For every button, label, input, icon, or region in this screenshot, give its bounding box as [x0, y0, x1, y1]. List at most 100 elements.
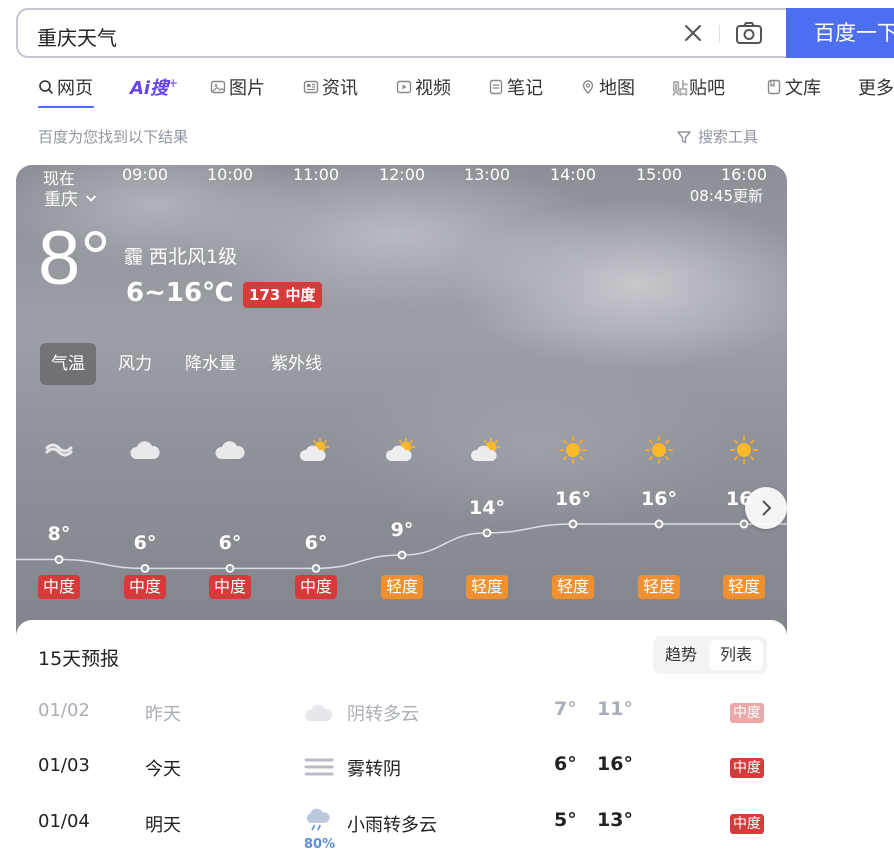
hourly-next-button[interactable] [745, 487, 787, 529]
hour-temperature: 14° [469, 496, 505, 519]
hour-temperature: 9° [390, 519, 414, 542]
hour-temperature: 8° [47, 523, 71, 546]
forecast-aqi-badge: 中度 [730, 703, 764, 723]
hour-air-quality: 中度 [295, 575, 337, 599]
tieba-icon: 贴 [672, 79, 689, 98]
result-count: 百度为您找到以下结果 [38, 128, 189, 146]
tab-more[interactable]: 更多 [858, 74, 894, 100]
tab-news[interactable]: 资讯 [303, 74, 358, 100]
partly-cloudy-icon [469, 435, 505, 465]
hour-temperature: 6° [218, 532, 242, 555]
cloud-icon [302, 694, 336, 730]
note-icon [489, 79, 503, 95]
fog-icon [302, 749, 336, 785]
forecast-high: 16° [597, 753, 633, 775]
subtab-wind[interactable]: 风力 [118, 343, 152, 385]
forecast-low: 6° [554, 753, 577, 775]
hour-time: 现在 [42, 169, 75, 188]
hour-air-quality: 轻度 [723, 575, 765, 599]
hour-air-quality: 轻度 [381, 575, 423, 599]
ai-search-logo: Ai搜 [130, 78, 169, 99]
search-divider [719, 25, 720, 43]
rain-icon [302, 805, 336, 841]
search-input[interactable]: 重庆天气 [37, 22, 117, 51]
forecast-row[interactable]: 01/04 明天 小雨转多云 5° 13° 中度 80% [16, 803, 787, 852]
subtab-precipitation[interactable]: 降水量 [185, 343, 236, 385]
hour-time: 10:00 [206, 165, 254, 184]
hour-temperature: 6° [304, 532, 328, 555]
search-button[interactable]: 百度一下 [786, 8, 894, 58]
cloud-icon [212, 435, 248, 465]
tab-ai-search[interactable]: Ai搜 + [130, 74, 178, 100]
tab-tieba[interactable]: 贴 贴吧 [672, 74, 725, 100]
tab-images[interactable]: 图片 [210, 74, 265, 100]
forecast-panel: 15天预报 趋势 列表 01/02 昨天 阴转多云 7° 11° 中度 01/03 今天 雾转阴… [16, 620, 787, 859]
tab-wenku[interactable]: 文库 [766, 74, 821, 100]
temperature-point [397, 550, 407, 560]
forecast-high: 11° [597, 698, 633, 720]
partly-cloudy-icon [298, 435, 334, 465]
fog-icon [41, 435, 77, 465]
forecast-low: 7° [554, 698, 577, 720]
forecast-low: 5° [554, 809, 577, 831]
aqi-badge[interactable]: 173 中度 [243, 282, 322, 308]
rain-probability: 80% [304, 837, 336, 852]
forecast-condition: 小雨转多云 [347, 815, 437, 836]
hour-time: 12:00 [378, 165, 426, 184]
forecast-row[interactable]: 01/03 今天 雾转阴 6° 16° 中度 [16, 747, 787, 787]
forecast-date: 01/04 [38, 811, 90, 832]
forecast-view-toggle: 趋势 列表 [653, 636, 767, 674]
hour-time: 09:00 [121, 165, 169, 184]
forecast-aqi-badge: 中度 [730, 758, 764, 778]
subtab-uv[interactable]: 紫外线 [271, 343, 322, 385]
hourly-subtabs: 气温 风力 降水量 紫外线 [40, 343, 440, 385]
weather-current-panel: 重庆 08:45更新 8° 霾 西北风1级 6~16℃ 173 中度 气温 风力… [16, 165, 787, 635]
temperature-point [54, 555, 64, 564]
temperature-point [654, 519, 664, 529]
forecast-day: 昨天 [145, 704, 181, 725]
forecast-condition: 阴转多云 [347, 704, 419, 725]
forecast-date: 01/03 [38, 755, 90, 776]
toggle-trend[interactable]: 趋势 [665, 640, 697, 670]
hour-air-quality: 中度 [38, 575, 80, 599]
hour-time: 16:00 [720, 165, 768, 184]
temperature-curve [16, 519, 787, 573]
sun-icon [555, 435, 591, 465]
tab-notes[interactable]: 笔记 [488, 74, 543, 100]
forecast-date: 01/02 [38, 700, 90, 721]
temperature-point [482, 528, 492, 538]
forecast-row[interactable]: 01/02 昨天 阴转多云 7° 11° 中度 [16, 692, 787, 732]
tab-video[interactable]: 视频 [396, 74, 451, 100]
forecast-title: 15天预报 [38, 648, 120, 670]
sun-icon [726, 435, 762, 465]
camera-icon[interactable] [734, 20, 764, 46]
chevron-right-icon [762, 500, 772, 516]
current-condition: 霾 西北风1级 [124, 246, 238, 268]
tab-map[interactable]: 地图 [580, 74, 635, 100]
hour-time: 14:00 [549, 165, 597, 184]
hour-temperature: 16° [641, 487, 677, 510]
image-icon [210, 80, 226, 94]
forecast-day: 今天 [145, 759, 181, 780]
cloud-icon [127, 435, 163, 465]
weather-card: 重庆 08:45更新 8° 霾 西北风1级 6~16℃ 173 中度 气温 风力… [16, 165, 787, 859]
search-tools-button[interactable]: 搜索工具 [676, 126, 758, 147]
current-temperature: 8° [38, 216, 111, 301]
forecast-condition: 雾转阴 [347, 759, 401, 780]
filter-icon [677, 130, 691, 143]
hour-time: 15:00 [635, 165, 683, 184]
forecast-high: 13° [597, 809, 633, 831]
temperature-range: 6~16℃ [126, 278, 234, 308]
search-box[interactable]: 重庆天气 [16, 8, 788, 58]
subtab-temperature[interactable]: 气温 [40, 343, 96, 385]
temperature-point [225, 563, 235, 573]
tab-web[interactable]: 网页 [38, 74, 93, 100]
toggle-list[interactable]: 列表 [709, 640, 763, 670]
clear-icon[interactable] [680, 20, 706, 46]
hour-air-quality: 中度 [209, 575, 251, 599]
hour-time: 13:00 [463, 165, 511, 184]
chevron-down-icon [85, 194, 97, 202]
hour-temperature: 16° [555, 487, 591, 510]
hour-temperature: 6° [133, 532, 157, 555]
update-time: 08:45更新 [689, 187, 763, 205]
